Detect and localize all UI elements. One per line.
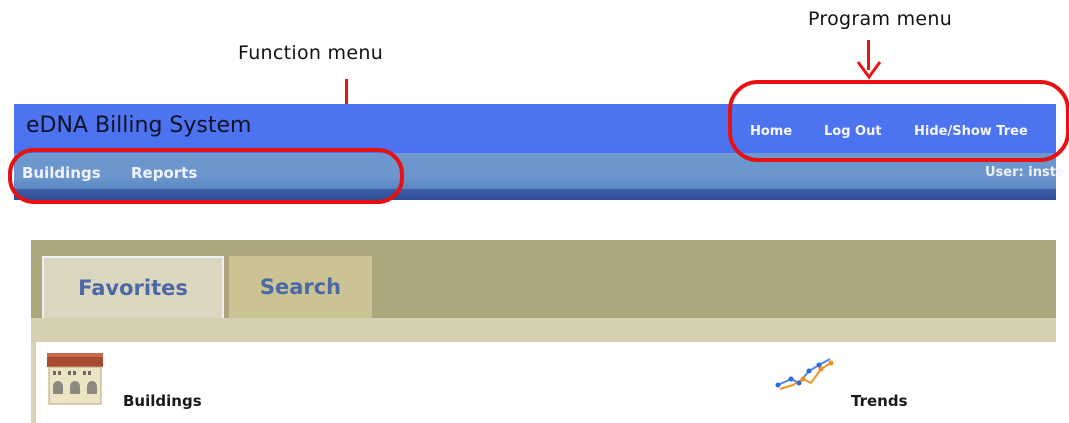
app-title: eDNA Billing System: [26, 113, 252, 138]
buildings-widget-label: Buildings: [123, 392, 202, 410]
user-label: User: inste: [985, 165, 1065, 180]
building-icon: [46, 352, 104, 410]
trends-widget-label: Trends: [851, 392, 908, 410]
tab-favorites[interactable]: Favorites: [42, 256, 224, 318]
favorites-content: [36, 342, 1056, 423]
tab-content-strip: [31, 318, 1056, 342]
program-menu-highlight: [728, 80, 1069, 162]
program-menu-annotation-label: Program menu: [808, 8, 953, 30]
trend-chart-icon: [775, 357, 837, 397]
tab-search[interactable]: Search: [229, 256, 372, 318]
function-menu-highlight: [8, 148, 404, 204]
function-menu-annotation-label: Function menu: [238, 42, 384, 64]
